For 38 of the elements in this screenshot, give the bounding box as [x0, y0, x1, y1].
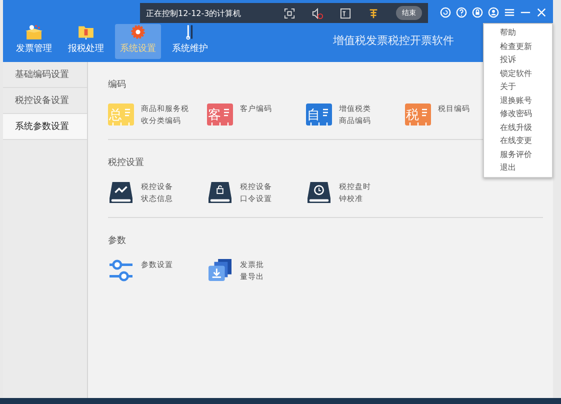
lock-icon[interactable] — [472, 7, 483, 18]
nav-tab[interactable]: 报税处理 — [63, 24, 109, 59]
mute-icon[interactable] — [312, 8, 323, 18]
menu-item[interactable]: 投诉 — [484, 53, 552, 66]
drive-clock-icon[interactable] — [306, 181, 332, 204]
menu-item[interactable]: 服务评价 — [484, 148, 552, 161]
menu-item[interactable]: 退换账号 — [484, 94, 552, 107]
remote-title: 正在控制12-12-3的计算机 — [146, 8, 242, 18]
pin-icon[interactable] — [368, 8, 379, 18]
user-icon[interactable] — [488, 7, 499, 18]
section-title: 编码 — [108, 78, 126, 91]
menu-item[interactable]: 锁定软件 — [484, 66, 552, 80]
app-title: 增值税发票税控开票软件 — [333, 33, 454, 48]
window-icon[interactable] — [340, 8, 351, 18]
menu-item[interactable]: 在线变更 — [484, 134, 552, 148]
drive-chart-icon[interactable] — [108, 181, 134, 204]
menu-item[interactable]: 退出 — [484, 161, 552, 174]
fullscreen-icon[interactable] — [284, 8, 295, 18]
sidebar-item[interactable]: 系统参数设置 — [3, 114, 87, 140]
nav-tab[interactable]: 系统维护 — [167, 24, 213, 59]
section-title: 税控设置 — [108, 156, 144, 169]
section-title: 参数 — [108, 234, 126, 247]
sliders-icon[interactable] — [108, 259, 134, 282]
nav-tab[interactable]: 发票管理 — [11, 24, 57, 59]
refresh-icon[interactable] — [440, 7, 451, 18]
close-icon[interactable] — [536, 7, 547, 18]
download-stack-icon[interactable] — [207, 259, 233, 282]
help-icon[interactable] — [456, 7, 467, 18]
menu-item[interactable]: 关于 — [484, 80, 552, 94]
menu-item[interactable]: 在线升级 — [484, 120, 552, 134]
menu-item[interactable]: 帮助 — [484, 26, 552, 40]
tools-icon — [185, 24, 195, 40]
badge-icon[interactable]: 自 — [306, 103, 332, 126]
menu-item[interactable]: 检查更新 — [484, 40, 552, 53]
menu-item[interactable]: 修改密码 — [484, 107, 552, 120]
menu-icon[interactable] — [504, 7, 515, 18]
drive-lock-icon[interactable] — [207, 181, 233, 204]
sidebar-item[interactable]: 基础编码设置 — [3, 62, 87, 88]
